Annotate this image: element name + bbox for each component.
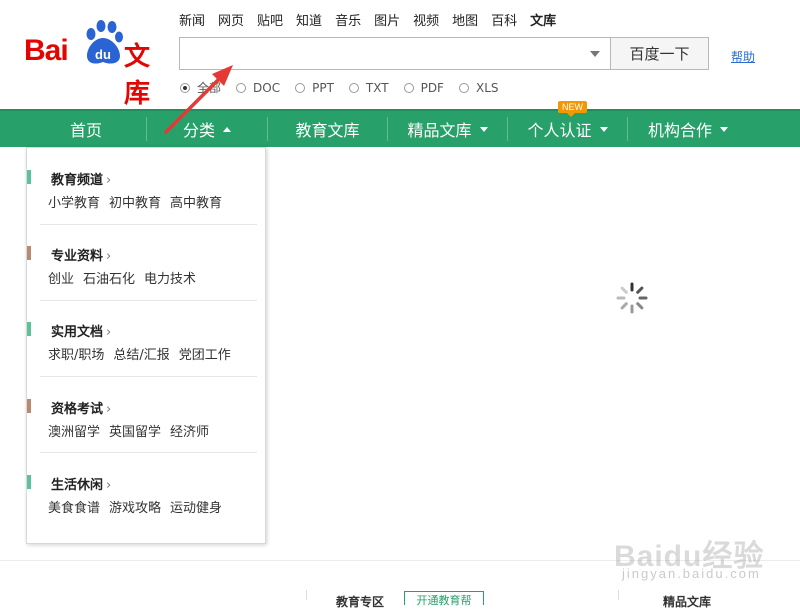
top-link-zhidao[interactable]: 知道	[296, 10, 322, 29]
chevron-down-icon	[479, 126, 488, 132]
radio-icon[interactable]	[295, 82, 306, 93]
chevron-right-icon: ›	[106, 173, 112, 188]
category-title[interactable]: 生活休闲 ›	[51, 474, 111, 493]
search-history-dropdown-icon[interactable]	[590, 51, 600, 57]
top-link-images[interactable]: 图片	[374, 10, 400, 29]
category-color-bar	[27, 322, 31, 336]
category-link[interactable]: 高中教育	[170, 192, 222, 211]
nav-item-org-coop[interactable]: 机构合作	[628, 111, 748, 147]
chevron-right-icon: ›	[106, 249, 112, 264]
main-nav-bar: 首页 分类 教育文库 精品文库 个人认证 机构合作	[0, 109, 800, 147]
column-divider	[618, 590, 619, 600]
category-title[interactable]: 实用文档 ›	[51, 321, 111, 340]
top-link-music[interactable]: 音乐	[335, 10, 361, 29]
paw-icon: du	[86, 20, 123, 64]
category-title[interactable]: 专业资料 ›	[51, 245, 111, 264]
category-link[interactable]: 澳洲留学	[48, 421, 100, 440]
category-title[interactable]: 资格考试 ›	[51, 398, 111, 417]
category-link[interactable]: 运动健身	[170, 497, 222, 516]
top-link-news[interactable]: 新闻	[179, 10, 205, 29]
category-links: 小学教育 初中教育 高中教育	[48, 192, 231, 211]
category-link[interactable]: 求职/职场	[48, 344, 104, 363]
nav-label: 教育文库	[295, 121, 360, 140]
category-link[interactable]: 游戏攻略	[109, 497, 161, 516]
category-links: 美食食谱 游戏攻略 运动健身	[48, 497, 231, 516]
radio-icon[interactable]	[458, 82, 469, 93]
chevron-right-icon: ›	[106, 402, 112, 417]
filter-txt[interactable]: TXT	[348, 79, 389, 96]
logo-text-bai: Bai	[24, 34, 69, 67]
category-color-bar	[27, 170, 31, 184]
top-nav-links: 新闻 网页 贴吧 知道 音乐 图片 视频 地图 百科 文库	[179, 10, 569, 29]
nav-item-education[interactable]: 教育文库	[268, 111, 387, 147]
baidu-wenku-logo[interactable]: Bai du 文库	[24, 20, 169, 109]
watermark: Baidu经验 jingyan.baidu.com	[614, 513, 794, 585]
chevron-down-icon	[599, 126, 608, 132]
premium-library-title: 精品文库	[663, 595, 712, 609]
chevron-right-icon: ›	[106, 478, 112, 493]
annotation-arrow-icon	[164, 65, 233, 134]
category-link[interactable]: 总结/汇报	[113, 344, 169, 363]
category-link[interactable]: 小学教育	[48, 192, 100, 211]
nav-label: 精品文库	[407, 121, 472, 140]
category-divider	[40, 300, 257, 301]
education-zone-title: 教育专区	[336, 595, 385, 609]
category-link[interactable]: 初中教育	[109, 192, 161, 211]
nav-label: 个人认证	[527, 121, 592, 140]
category-link[interactable]: 经济师	[170, 421, 209, 440]
category-divider	[40, 452, 257, 453]
category-color-bar	[27, 246, 31, 260]
column-divider	[306, 590, 307, 600]
open-education-button[interactable]: 开通教育帮	[404, 591, 484, 607]
nav-label: 首页	[69, 121, 102, 140]
chevron-down-icon	[720, 126, 728, 132]
top-link-map[interactable]: 地图	[452, 10, 478, 29]
filter-ppt[interactable]: PPT	[295, 79, 334, 96]
radio-icon[interactable]	[348, 82, 359, 93]
top-link-baike[interactable]: 百科	[491, 10, 517, 29]
radio-icon[interactable]	[403, 82, 414, 93]
category-link[interactable]: 美食食谱	[48, 497, 100, 516]
category-link[interactable]: 电力技术	[144, 268, 196, 287]
filter-label: PPT	[312, 80, 334, 95]
search-input[interactable]	[180, 38, 580, 69]
category-dropdown-panel: 教育频道 › 小学教育 初中教育 高中教育 专业资料 › 创业 石油石化 电力技术 …	[26, 147, 266, 544]
nav-label: 机构合作	[647, 121, 712, 140]
filter-xls[interactable]: XLS	[458, 79, 499, 96]
top-link-video[interactable]: 视频	[413, 10, 439, 29]
category-divider	[40, 224, 257, 225]
chevron-right-icon: ›	[106, 325, 112, 340]
filter-pdf[interactable]: PDF	[403, 79, 444, 96]
search-box[interactable]	[179, 37, 611, 70]
category-links: 澳洲留学 英国留学 经济师	[48, 421, 218, 440]
category-color-bar	[27, 475, 31, 489]
loading-spinner-icon	[616, 282, 648, 314]
category-link[interactable]: 创业	[48, 268, 74, 287]
search-button[interactable]: 百度一下	[611, 37, 709, 70]
filter-label: TXT	[365, 80, 389, 95]
category-link[interactable]: 英国留学	[109, 421, 161, 440]
logo-paw-text: du	[95, 47, 111, 62]
help-link[interactable]: 帮助	[731, 48, 755, 65]
category-links: 求职/职场 总结/汇报 党团工作	[48, 344, 240, 363]
top-link-wenku[interactable]: 文库	[530, 10, 556, 29]
filter-label: PDF	[420, 80, 444, 95]
filter-label: DOC	[253, 80, 281, 95]
category-link[interactable]: 党团工作	[179, 344, 231, 363]
category-color-bar	[27, 399, 31, 413]
category-divider	[40, 376, 257, 377]
filter-label: XLS	[475, 80, 499, 95]
top-link-web[interactable]: 网页	[218, 10, 244, 29]
top-link-tieba[interactable]: 贴吧	[257, 10, 283, 29]
category-title[interactable]: 教育频道 ›	[51, 169, 111, 188]
filter-doc[interactable]: DOC	[236, 79, 280, 96]
nav-item-premium[interactable]: 精品文库	[388, 111, 507, 147]
nav-item-home[interactable]: 首页	[26, 111, 146, 147]
new-badge: NEW	[558, 101, 587, 117]
watermark-url: jingyan.baidu.com	[622, 566, 761, 581]
category-link[interactable]: 石油石化	[83, 268, 135, 287]
category-links: 创业 石油石化 电力技术	[48, 268, 205, 287]
